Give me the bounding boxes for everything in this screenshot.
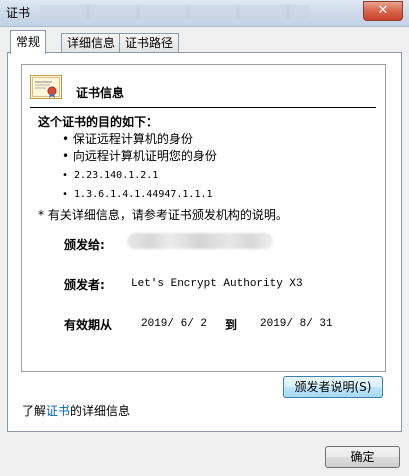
close-icon: ✕ — [377, 3, 389, 18]
tab-certification-path[interactable]: 证书路径 — [119, 33, 180, 53]
learn-more-link[interactable]: 证书 — [46, 404, 70, 418]
issued-by-value: Let's Encrypt Authority X3 — [131, 278, 303, 290]
issued-to-value-redacted — [127, 233, 273, 249]
tab-details[interactable]: 详细信息 — [61, 33, 122, 53]
issuer-statement-button[interactable]: 颁发者说明(S) — [283, 376, 383, 398]
issued-to-label: 颁发给: — [64, 238, 105, 252]
learn-more-suffix: 的详细信息 — [70, 404, 131, 418]
validity-label: 有效期从 — [64, 318, 113, 332]
close-button[interactable]: ✕ — [363, 1, 403, 21]
issued-by-label: 颁发者: — [64, 278, 105, 292]
valid-to-value: 2019/ 8/ 31 — [260, 318, 333, 330]
purpose-item: • 1.3.6.1.4.1.44947.1.1.1 — [62, 189, 213, 200]
title-bar: 证书 ✕ — [0, 0, 409, 27]
heading-divider — [30, 107, 376, 108]
purpose-item: • 2.23.140.1.2.1 — [62, 170, 159, 181]
tab-general[interactable]: 常规 — [10, 30, 47, 54]
purpose-item: • 保证远程计算机的身份 — [62, 132, 193, 146]
ok-button[interactable]: 确定 — [325, 446, 400, 468]
window-title: 证书 — [6, 6, 31, 20]
certificate-icon — [30, 75, 62, 99]
valid-to-word: 到 — [225, 318, 238, 332]
purpose-item: • 向远程计算机证明您的身份 — [62, 149, 217, 163]
learn-more-text: 了解证书的详细信息 — [22, 402, 130, 419]
purpose-list: • 保证远程计算机的身份 • 向远程计算机证明您的身份 • 2.23.140.1… — [62, 131, 217, 203]
valid-from-value: 2019/ 6/ 2 — [141, 318, 208, 330]
certificate-heading: 证书信息 — [76, 86, 125, 100]
purpose-title: 这个证书的目的如下： — [38, 115, 159, 129]
background-taskbar-ghost — [40, 5, 310, 19]
learn-more-prefix: 了解 — [22, 404, 47, 418]
details-note: * 有关详细信息，请参考证书颁发机构的说明。 — [38, 208, 288, 222]
